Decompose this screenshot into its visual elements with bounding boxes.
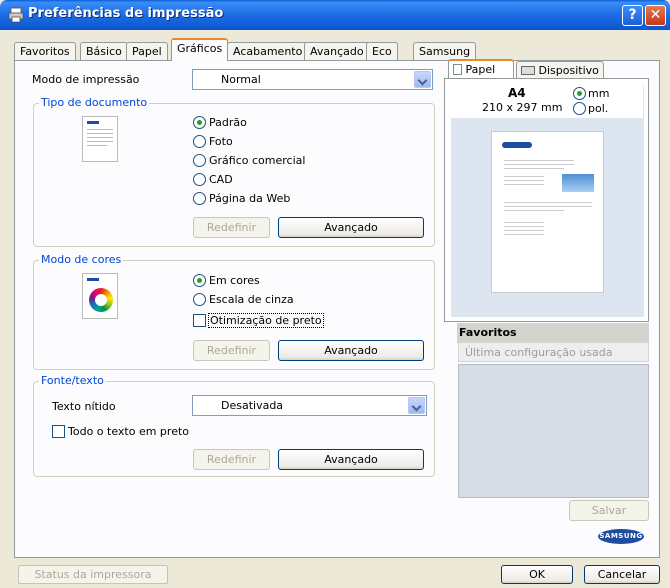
label-padrao: Padrão — [209, 116, 247, 129]
color-mode-legend: Modo de cores — [39, 253, 124, 266]
label-cad: CAD — [209, 173, 233, 186]
tab-basico[interactable]: Básico — [80, 42, 128, 60]
favorites-list[interactable] — [458, 364, 649, 498]
all-text-black-checkbox[interactable] — [52, 425, 65, 438]
doc-reset-button[interactable]: Redefinir — [193, 217, 270, 238]
printer-icon — [521, 66, 535, 75]
tab-paper-label: Papel — [465, 63, 496, 76]
tab-favoritos[interactable]: Favoritos — [14, 42, 76, 60]
label-escala-cinza: Escala de cinza — [209, 293, 294, 306]
color-advanced-button[interactable]: Avançado — [278, 340, 424, 361]
tab-paper-preview[interactable]: Papel — [448, 59, 514, 79]
black-optimization-checkbox[interactable] — [193, 314, 206, 327]
tab-avancado[interactable]: Avançado — [304, 42, 370, 60]
radio-escala-cinza[interactable] — [193, 293, 206, 306]
tab-acabamento[interactable]: Acabamento — [227, 42, 309, 60]
preview-background — [451, 85, 644, 317]
tab-eco[interactable]: Eco — [366, 42, 398, 60]
print-mode-value: Normal — [221, 73, 261, 86]
close-button[interactable]: ✕ — [645, 5, 666, 26]
chevron-down-icon[interactable] — [408, 397, 425, 414]
font-advanced-button[interactable]: Avançado — [278, 449, 424, 470]
doc-type-legend: Tipo de documento — [39, 96, 150, 109]
favorites-header: Favoritos — [457, 323, 649, 343]
paper-icon — [453, 64, 462, 75]
label-all-text-black: Todo o texto em preto — [68, 425, 190, 438]
radio-pagina-web[interactable] — [193, 192, 206, 205]
radio-grafico-comercial[interactable] — [193, 154, 206, 167]
doc-advanced-button[interactable]: Avançado — [278, 217, 424, 238]
tab-papel[interactable]: Papel — [126, 42, 168, 60]
favorites-input[interactable]: Última configuração usada — [458, 342, 649, 362]
sharp-text-select[interactable]: Desativada — [192, 395, 427, 416]
radio-unit-mm[interactable] — [573, 87, 586, 100]
ok-button[interactable]: OK — [501, 565, 573, 584]
tab-device-label: Dispositivo — [538, 64, 599, 77]
samsung-logo: SAMSUNG — [598, 529, 644, 544]
tab-graficos[interactable]: Gráficos — [171, 38, 229, 61]
chevron-down-icon[interactable] — [414, 71, 431, 88]
paper-size-name: A4 — [508, 86, 526, 100]
print-preferences-window: Preferências de impressão ? ✕ Favoritos … — [0, 0, 670, 588]
help-button[interactable]: ? — [622, 5, 643, 26]
printer-status-button[interactable]: Status da impressora — [18, 565, 168, 584]
save-button[interactable]: Salvar — [569, 500, 649, 521]
paper-size-dims: 210 x 297 mm — [482, 101, 563, 114]
label-em-cores: Em cores — [209, 274, 260, 287]
radio-cad[interactable] — [193, 173, 206, 186]
radio-em-cores[interactable] — [193, 274, 206, 287]
cancel-button[interactable]: Cancelar — [584, 565, 660, 584]
sharp-text-value: Desativada — [221, 399, 284, 412]
font-reset-button[interactable]: Redefinir — [193, 449, 270, 470]
paper-preview — [491, 131, 604, 293]
font-text-legend: Fonte/texto — [39, 374, 106, 387]
sharp-text-label: Texto nítido — [52, 400, 116, 413]
label-unit-mm: mm — [588, 87, 610, 100]
print-mode-label: Modo de impressão — [32, 73, 140, 86]
document-thumbnail-icon — [82, 116, 118, 162]
print-mode-select[interactable]: Normal — [192, 69, 433, 90]
window-title: Preferências de impressão — [28, 6, 224, 21]
label-black-optimization: Otimização de preto — [208, 313, 324, 328]
tab-samsung[interactable]: Samsung — [413, 42, 477, 60]
radio-unit-pol[interactable] — [573, 102, 586, 115]
label-pagina-web: Página da Web — [209, 192, 291, 205]
color-reset-button[interactable]: Redefinir — [193, 340, 270, 361]
radio-padrao[interactable] — [193, 116, 206, 129]
label-unit-pol: pol. — [588, 102, 609, 115]
label-grafico-comercial: Gráfico comercial — [209, 154, 306, 167]
printer-icon — [8, 7, 24, 23]
color-wheel-icon — [82, 273, 118, 319]
label-foto: Foto — [209, 135, 233, 148]
title-bar[interactable]: Preferências de impressão ? ✕ — [0, 0, 670, 30]
radio-foto[interactable] — [193, 135, 206, 148]
